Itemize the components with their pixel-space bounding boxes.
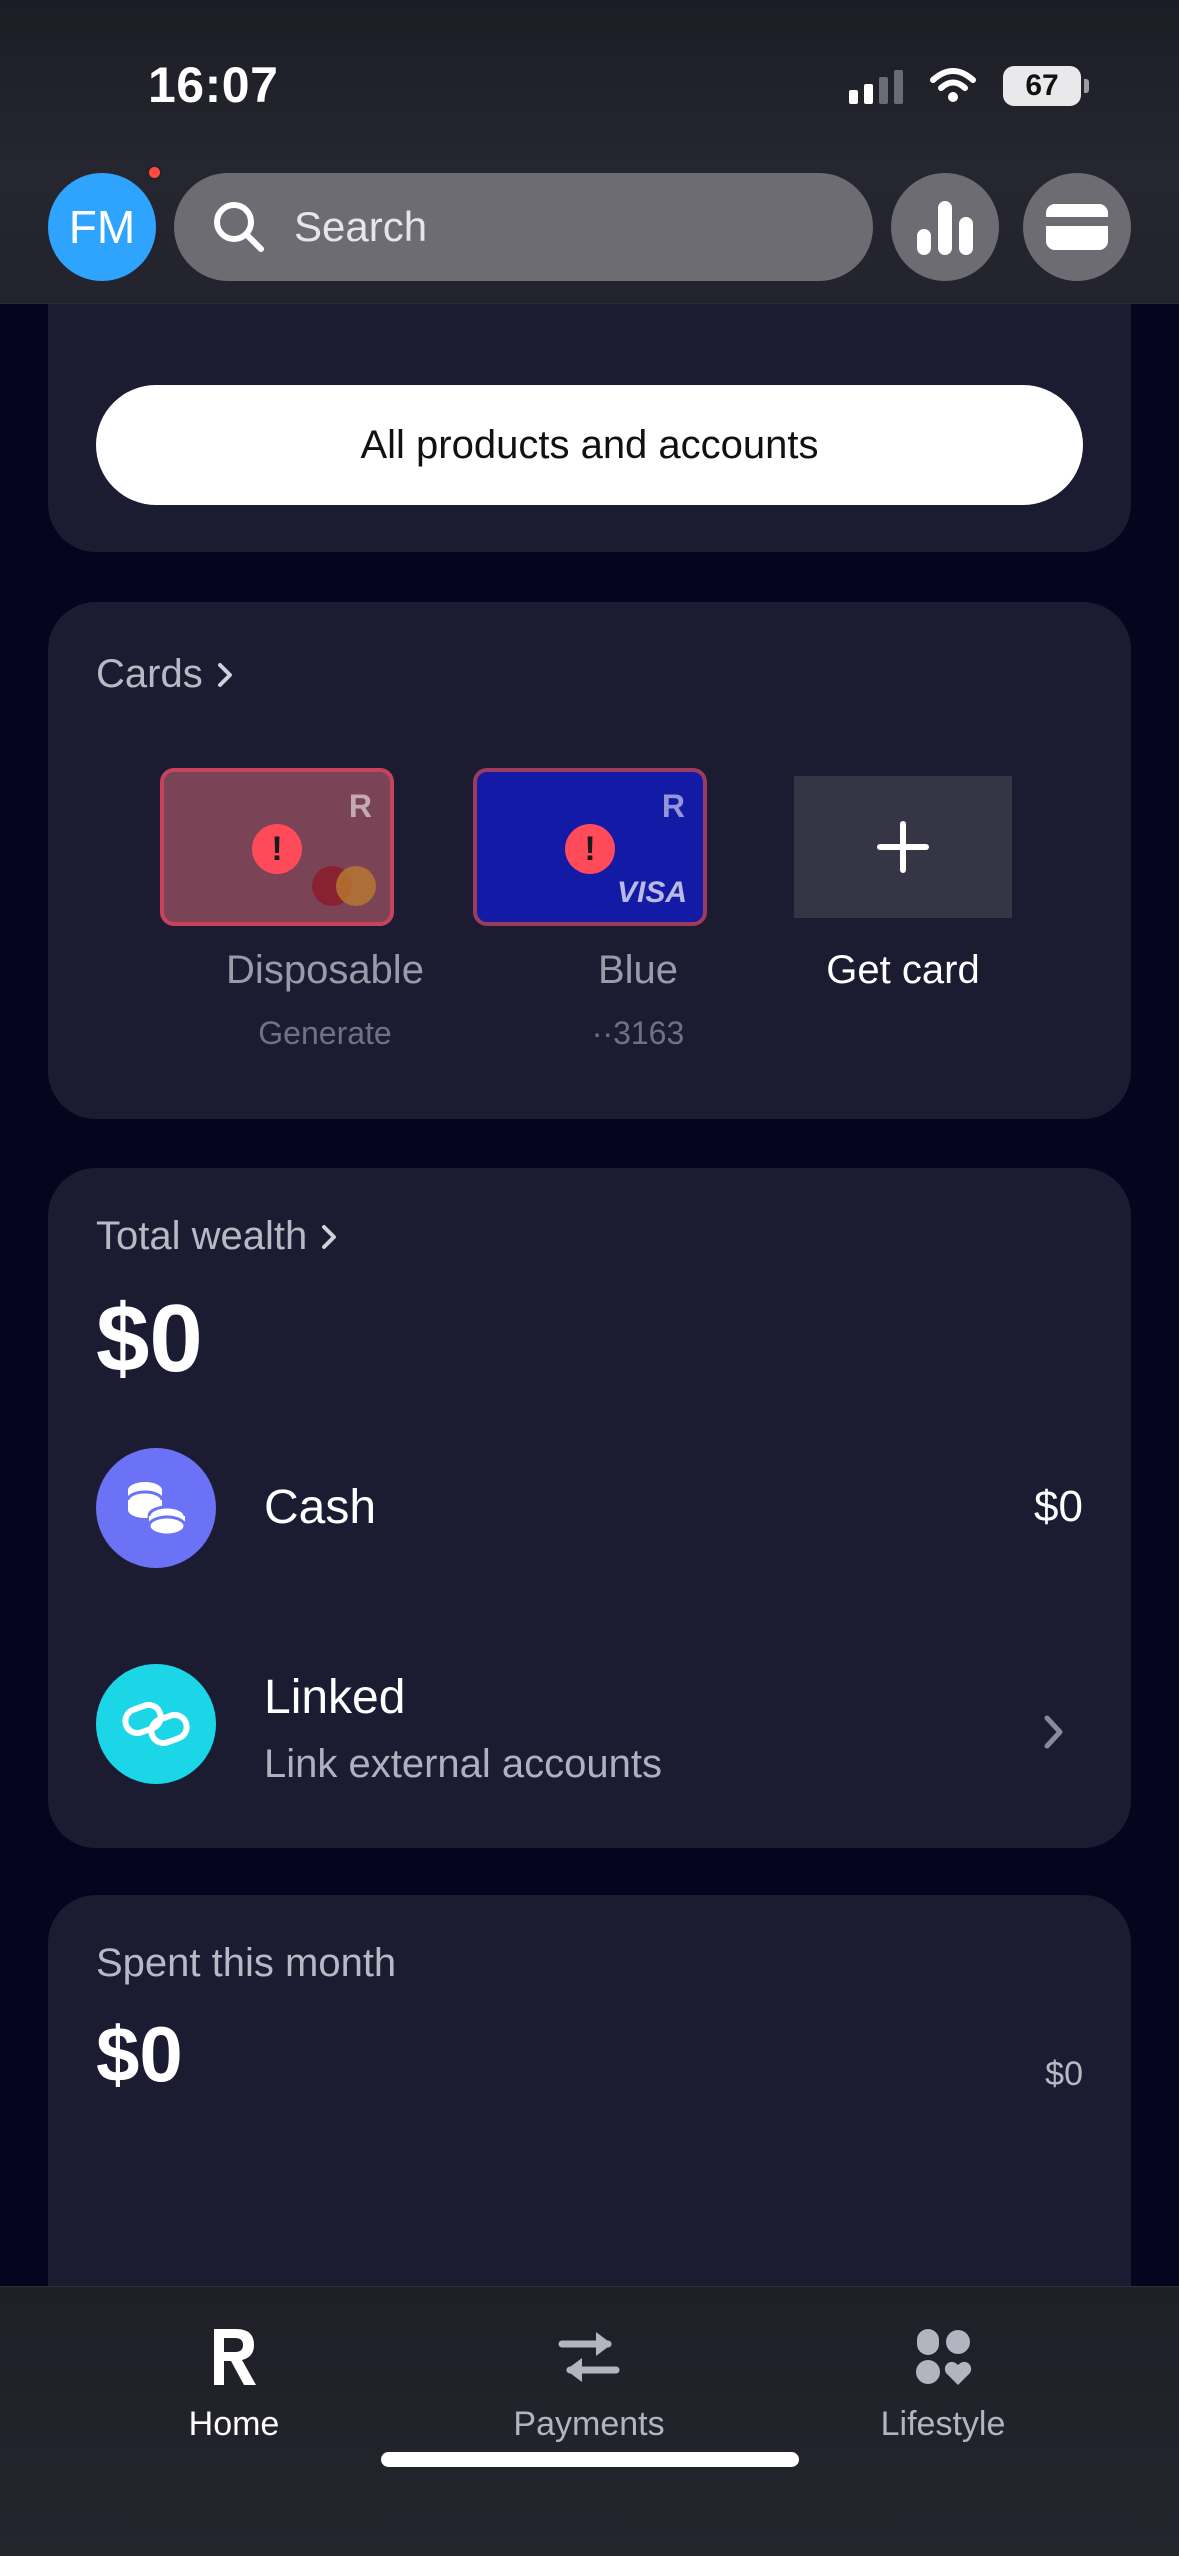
revolut-r-icon xyxy=(210,2317,258,2397)
total-wealth-amount: $0 xyxy=(96,1285,203,1392)
alert-icon: ! xyxy=(252,824,302,874)
chevron-right-icon xyxy=(322,1224,337,1249)
nav-lifestyle[interactable]: Lifestyle xyxy=(813,2317,1073,2444)
disposable-card-label: Disposable xyxy=(226,948,424,992)
credit-card-icon xyxy=(1046,204,1108,250)
disposable-card[interactable]: R ! xyxy=(160,768,394,926)
all-products-button[interactable]: All products and accounts xyxy=(96,385,1083,505)
spent-right-value: $0 xyxy=(1045,2055,1083,2093)
mastercard-icon xyxy=(312,866,376,906)
bar-chart-icon xyxy=(917,201,973,255)
battery-icon: 67 xyxy=(1003,66,1089,106)
visa-logo: VISA xyxy=(616,876,687,909)
notification-dot xyxy=(146,164,163,181)
revolut-logo: R xyxy=(348,788,372,824)
transfer-arrows-icon xyxy=(558,2317,620,2397)
cards-header[interactable]: Cards xyxy=(96,652,233,697)
status-time: 16:07 xyxy=(148,57,279,113)
get-card-label: Get card xyxy=(826,948,980,992)
cards-button[interactable] xyxy=(1023,173,1131,281)
cards-section: Cards R ! Disposable Generate R ! VISA B… xyxy=(48,602,1131,1119)
cards-title: Cards xyxy=(96,652,203,696)
blue-card-number: ··3163 xyxy=(591,1015,685,1051)
search-placeholder: Search xyxy=(294,203,428,250)
nav-home[interactable]: Home xyxy=(104,2317,364,2444)
cash-row[interactable] xyxy=(48,1438,1131,1578)
analytics-button[interactable] xyxy=(891,173,999,281)
get-card-button[interactable] xyxy=(794,776,1012,918)
wealth-header[interactable]: Total wealth xyxy=(96,1214,337,1259)
alert-icon: ! xyxy=(565,824,615,874)
spent-amount: $0 xyxy=(96,2010,183,2098)
linked-row[interactable] xyxy=(48,1648,1131,1808)
wifi-icon xyxy=(929,68,977,104)
nav-payments-label: Payments xyxy=(513,2405,665,2443)
wealth-section: Total wealth $0 Cash $0 Linked Link exte… xyxy=(48,1168,1131,1848)
nav-home-label: Home xyxy=(188,2405,280,2443)
plus-icon xyxy=(877,821,929,873)
revolut-logo: R xyxy=(661,788,685,824)
home-screen: 16:07 67 FM Search All products and acco… xyxy=(0,0,1179,2556)
wealth-title: Total wealth xyxy=(96,1214,308,1258)
blue-card[interactable]: R ! VISA xyxy=(473,768,707,926)
home-indicator xyxy=(381,2452,799,2467)
top-header: 16:07 67 FM Search xyxy=(0,0,1179,304)
search-input[interactable]: Search xyxy=(174,173,873,281)
chevron-right-icon xyxy=(217,662,232,687)
nav-lifestyle-label: Lifestyle xyxy=(880,2405,1006,2443)
bottom-nav: Home Payments Lifestyle xyxy=(0,2286,1179,2556)
status-icons: 67 xyxy=(849,66,1089,106)
avatar[interactable]: FM xyxy=(48,173,156,281)
lifestyle-icon xyxy=(913,2317,973,2397)
disposable-card-sub: Generate xyxy=(258,1015,392,1051)
blue-card-label: Blue xyxy=(597,948,679,992)
cellular-signal-icon xyxy=(849,68,903,104)
search-icon xyxy=(214,202,264,252)
nav-payments[interactable]: Payments xyxy=(459,2317,719,2444)
spent-title: Spent this month xyxy=(96,1941,397,1985)
